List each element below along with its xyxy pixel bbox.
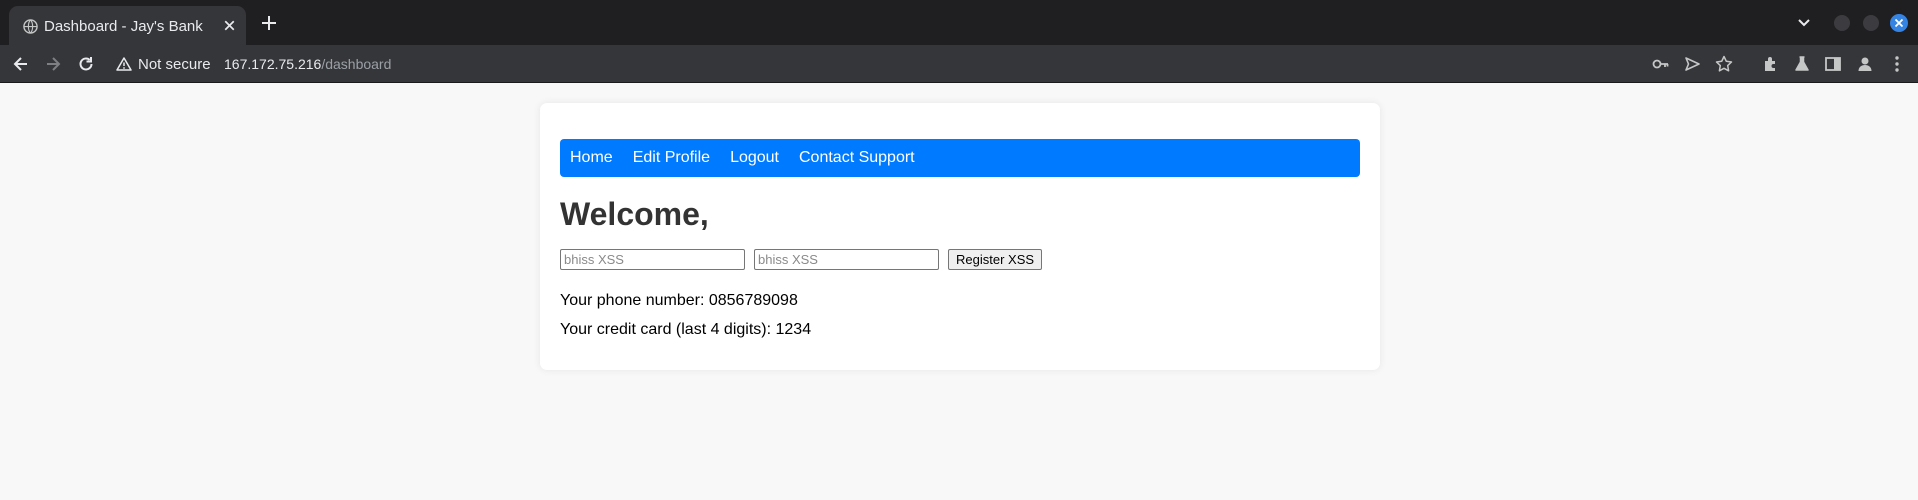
tab-title: Dashboard - Jay's Bank (44, 18, 203, 35)
globe-icon (23, 19, 38, 34)
sidepanel-icon[interactable] (1823, 54, 1843, 74)
warning-icon (116, 57, 132, 71)
address-bar[interactable]: 167.172.75.216/dashboard (224, 56, 391, 72)
dashboard-card: Home Edit Profile Logout Contact Support… (540, 103, 1380, 370)
key-icon[interactable] (1651, 54, 1671, 74)
profile-icon[interactable] (1855, 54, 1875, 74)
browser-toolbar: Not secure 167.172.75.216/dashboard (0, 45, 1918, 83)
new-tab-icon[interactable] (259, 13, 279, 33)
nav-logout-link[interactable]: Logout (730, 149, 779, 167)
phone-number-text: Your phone number: 0856789098 (560, 292, 798, 309)
forward-arrow-icon[interactable] (43, 54, 63, 74)
navbar: Home Edit Profile Logout Contact Support (560, 139, 1360, 177)
window-close-button[interactable] (1890, 14, 1908, 32)
nav-edit-profile-link[interactable]: Edit Profile (633, 149, 710, 167)
minimize-button[interactable] (1834, 15, 1850, 31)
extensions-icon[interactable] (1761, 54, 1781, 74)
register-xss-button[interactable]: Register XSS (948, 249, 1043, 270)
url-path: /dashboard (321, 56, 392, 72)
url-host: 167.172.75.216 (224, 56, 322, 72)
reload-icon[interactable] (76, 54, 96, 74)
xss-input-2[interactable] (754, 249, 939, 270)
back-arrow-icon[interactable] (11, 54, 31, 74)
chevron-down-icon[interactable] (1794, 13, 1814, 33)
nav-home-link[interactable]: Home (570, 149, 613, 167)
send-icon[interactable] (1682, 54, 1702, 74)
browser-tab[interactable]: Dashboard - Jay's Bank (9, 6, 246, 45)
xss-input-1[interactable] (560, 249, 745, 270)
flask-icon[interactable] (1792, 54, 1812, 74)
browser-tabstrip: Dashboard - Jay's Bank (0, 0, 1918, 45)
menu-icon[interactable] (1887, 54, 1907, 74)
star-icon[interactable] (1714, 54, 1734, 74)
welcome-heading: Welcome, (560, 196, 709, 232)
maximize-button[interactable] (1863, 15, 1879, 31)
nav-contact-support-link[interactable]: Contact Support (799, 149, 915, 167)
close-icon[interactable] (221, 17, 238, 34)
security-indicator[interactable]: Not secure (116, 53, 211, 75)
security-label: Not secure (138, 55, 211, 73)
credit-card-text: Your credit card (last 4 digits): 1234 (560, 321, 812, 338)
close-icon (1894, 18, 1904, 28)
